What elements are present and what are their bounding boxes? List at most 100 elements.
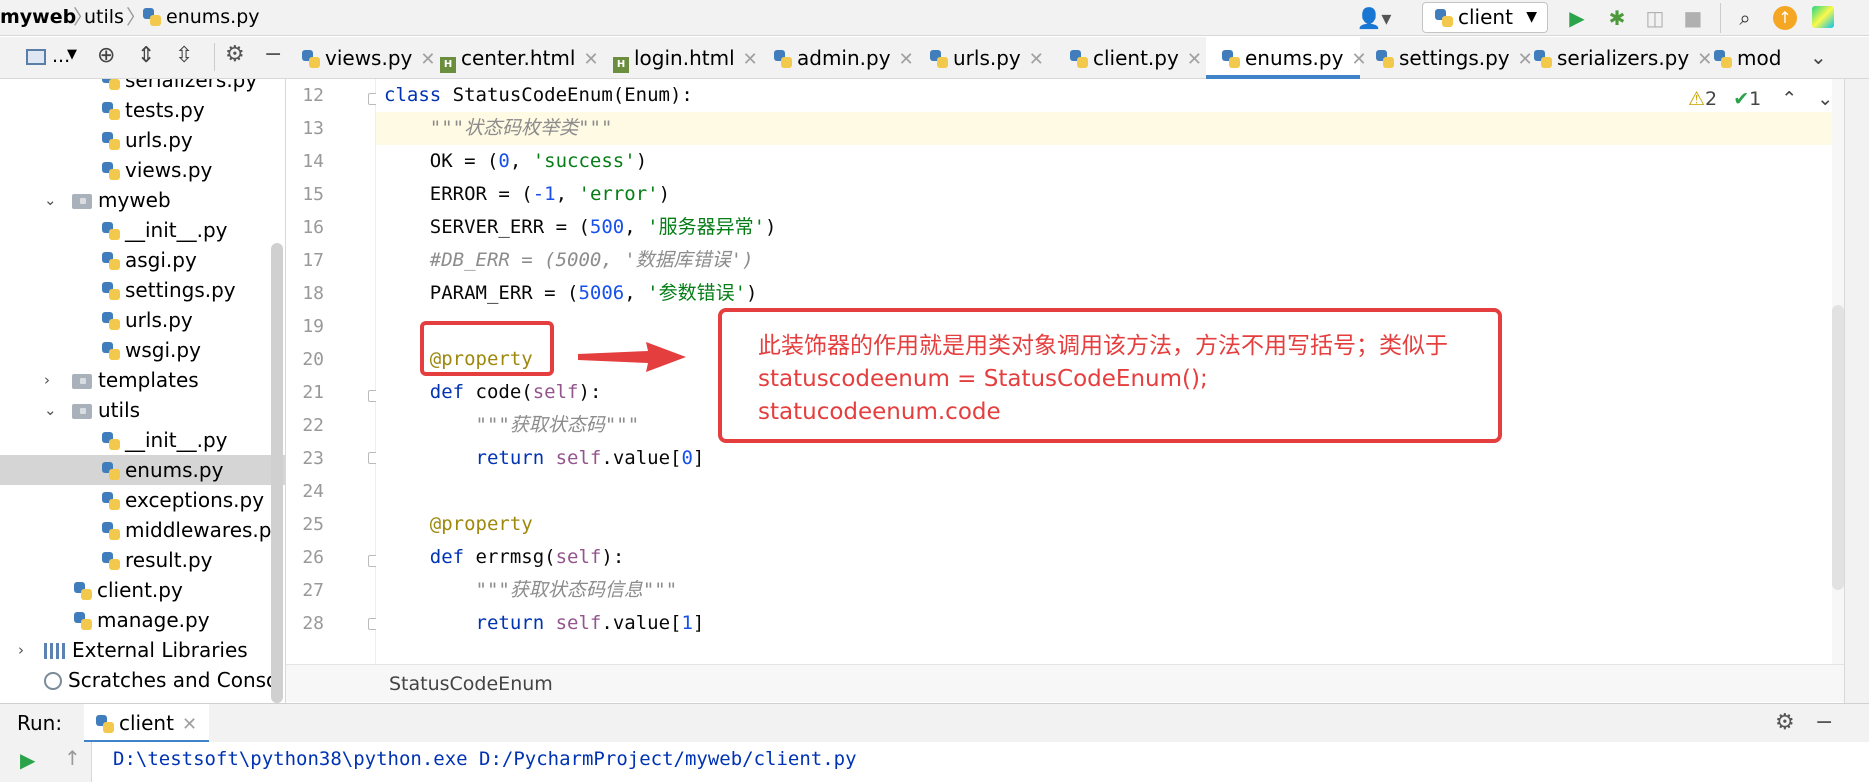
collapse-all-icon[interactable]: ⇳: [175, 43, 193, 68]
annotation-highlight-box: [420, 321, 554, 376]
breadcrumb-file[interactable]: enums.py: [143, 4, 260, 30]
tree-item[interactable]: asgi.py: [0, 245, 285, 275]
minimize-icon[interactable]: −: [1815, 704, 1833, 742]
debug-icon[interactable]: ✱: [1602, 4, 1632, 32]
line-number: 28: [302, 613, 324, 634]
structure-breadcrumb[interactable]: StatusCodeEnum: [286, 664, 1844, 702]
previous-highlight-icon[interactable]: ⌃: [1781, 88, 1797, 110]
tree-scratches[interactable]: Scratches and Console: [0, 665, 286, 695]
project-view-icon[interactable]: [26, 49, 46, 65]
tree-folder[interactable]: › templates: [0, 365, 285, 395]
python-file-icon: [74, 582, 92, 600]
tab-label: views.py: [325, 46, 413, 70]
code-line: """获取状态码""": [384, 414, 640, 436]
run-icon[interactable]: ▶: [1562, 4, 1592, 32]
search-icon[interactable]: ⌕: [1730, 4, 1760, 32]
next-highlight-icon[interactable]: ⌄: [1817, 88, 1833, 110]
package-folder-icon: [72, 404, 92, 419]
line-number: 21: [302, 382, 324, 403]
tree-item-label: tests.py: [125, 98, 205, 122]
chevron-right-icon[interactable]: ›: [44, 365, 50, 395]
python-file-icon: [102, 222, 120, 240]
tree-item[interactable]: exceptions.py: [0, 485, 285, 515]
tree-item[interactable]: urls.py: [0, 305, 285, 335]
line-number: 26: [302, 547, 324, 568]
python-file-icon: [102, 342, 120, 360]
editor-scrollbar-thumb[interactable]: [1832, 305, 1844, 590]
tree-item[interactable]: middlewares.py: [0, 515, 285, 545]
tab-client-py[interactable]: client.py ✕: [1054, 37, 1202, 79]
python-file-icon: [102, 282, 120, 300]
rerun-icon[interactable]: ▶: [20, 748, 35, 772]
tree-external-libraries[interactable]: › External Libraries: [0, 635, 285, 665]
project-toolbar: ... ▼ ⊕ ⇕ ⇳ ⚙ −: [0, 37, 286, 79]
tab-admin-py[interactable]: admin.py ✕: [758, 37, 914, 79]
tab-enums-py[interactable]: enums.py ✕: [1206, 37, 1367, 79]
breadcrumb-folder[interactable]: utils: [84, 4, 124, 30]
close-icon[interactable]: ✕: [899, 49, 914, 70]
tree-item[interactable]: serializers.py: [0, 79, 285, 95]
line-number: 20: [302, 349, 324, 370]
python-file-icon: [143, 8, 161, 26]
tree-item[interactable]: result.py: [0, 545, 285, 575]
pycharm-logo-icon[interactable]: [1808, 4, 1838, 32]
scroll-up-icon[interactable]: ↑: [64, 746, 81, 770]
close-icon[interactable]: ✕: [743, 49, 758, 70]
tree-item-label: serializers.py: [125, 79, 258, 92]
tab-views-py[interactable]: views.py ✕: [286, 37, 435, 79]
breadcrumb-project[interactable]: myweb: [0, 4, 76, 30]
run-tab-client[interactable]: client ✕: [84, 704, 210, 743]
close-icon[interactable]: ✕: [1187, 49, 1202, 70]
stop-icon[interactable]: ■: [1678, 4, 1708, 32]
warning-icon: ⚠: [1688, 88, 1706, 110]
expand-all-icon[interactable]: ⇕: [137, 43, 155, 68]
tab-mod[interactable]: mod: [1698, 37, 1808, 79]
gear-icon[interactable]: ⚙: [225, 42, 245, 67]
scratches-icon: [44, 672, 62, 690]
close-icon[interactable]: ✕: [182, 714, 197, 735]
run-configuration-select[interactable]: client ▼: [1422, 2, 1548, 33]
tree-item-label: Scratches and Console: [68, 668, 286, 692]
tree-folder[interactable]: ⌄ utils: [0, 395, 285, 425]
user-icon[interactable]: 👤▾: [1352, 4, 1396, 32]
coverage-icon[interactable]: ◫: [1640, 4, 1670, 32]
code-line: #DB_ERR = (5000, '数据库错误'): [384, 249, 754, 271]
tab-label: admin.py: [797, 46, 891, 70]
tab-center-html[interactable]: Hcenter.html ✕: [424, 37, 599, 79]
chevron-down-icon[interactable]: ⌄: [44, 185, 57, 215]
close-icon[interactable]: ✕: [1029, 49, 1044, 70]
tree-item[interactable]: manage.py: [0, 605, 285, 635]
minimize-icon[interactable]: −: [264, 42, 282, 67]
chevron-right-icon[interactable]: ›: [18, 635, 24, 665]
toolbar-divider: [1720, 3, 1721, 33]
tab-login-html[interactable]: Hlogin.html ✕: [597, 37, 758, 79]
tree-item[interactable]: settings.py: [0, 275, 285, 305]
tree-item[interactable]: views.py: [0, 155, 285, 185]
console-output-line: D:\testsoft\python38\python.exe D:/Pycha…: [113, 748, 857, 770]
tree-folder[interactable]: ⌄ myweb: [0, 185, 285, 215]
tab-serializers-py[interactable]: serializers.py ✕: [1518, 37, 1712, 79]
tab-label: settings.py: [1399, 46, 1510, 70]
chevron-down-icon[interactable]: ⌄: [44, 395, 57, 425]
tab-settings-py[interactable]: settings.py ✕: [1360, 37, 1533, 79]
tab-list-chevron-icon[interactable]: ⌄: [1810, 45, 1827, 69]
tree-item[interactable]: tests.py: [0, 95, 285, 125]
line-number: 19: [302, 316, 324, 337]
tree-item-selected[interactable]: enums.py: [0, 455, 285, 485]
update-icon[interactable]: ↑: [1770, 4, 1800, 32]
locate-icon[interactable]: ⊕: [97, 43, 115, 68]
python-file-icon: [1714, 50, 1732, 68]
tab-urls-py[interactable]: urls.py ✕: [914, 37, 1054, 79]
tree-item[interactable]: __init__.py: [0, 425, 285, 455]
run-configuration-label: client: [1458, 5, 1513, 29]
tab-label: mod: [1737, 46, 1782, 70]
tree-item[interactable]: wsgi.py: [0, 335, 285, 365]
gear-icon[interactable]: ⚙: [1775, 704, 1795, 742]
tree-item-label: result.py: [125, 548, 213, 572]
tree-item[interactable]: __init__.py: [0, 215, 285, 245]
tree-scrollbar[interactable]: [271, 243, 283, 703]
tree-item[interactable]: urls.py: [0, 125, 285, 155]
tree-item[interactable]: client.py: [0, 575, 285, 605]
inspection-widget[interactable]: ⚠2 ✔1 ⌃ ⌄: [1688, 86, 1833, 112]
tree-item-label: enums.py: [125, 458, 224, 482]
